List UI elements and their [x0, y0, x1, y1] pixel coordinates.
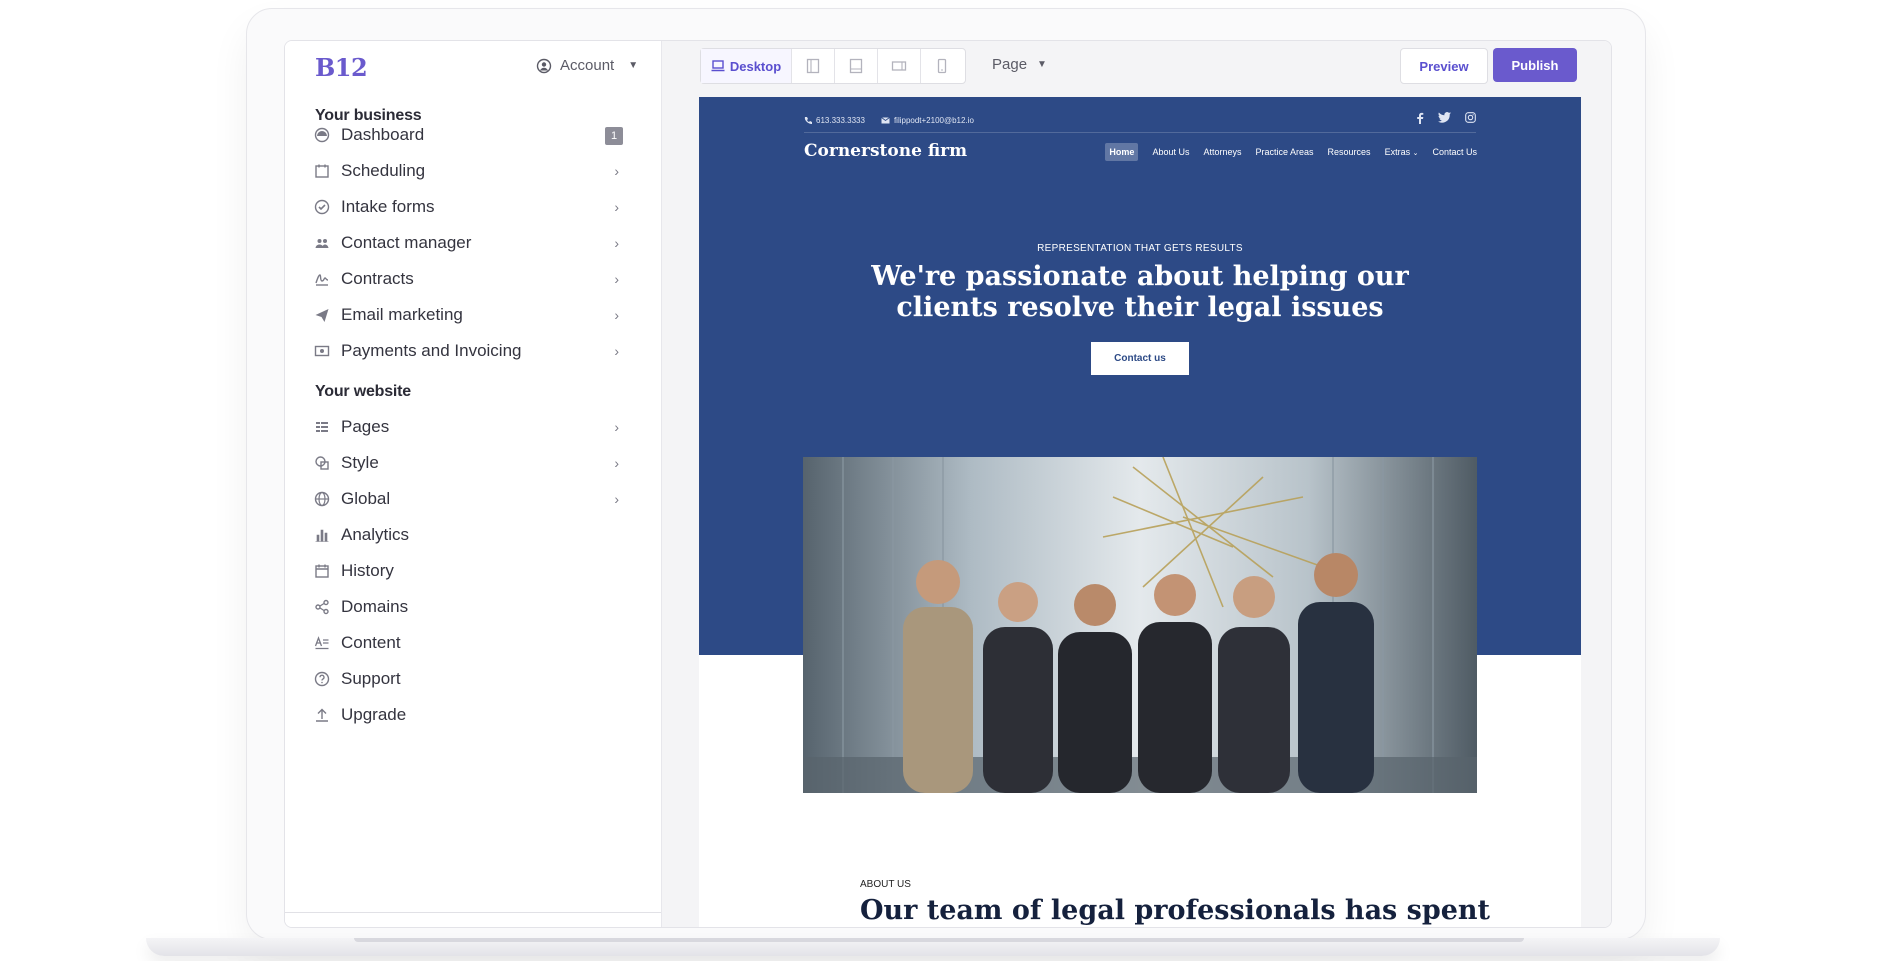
people-icon	[313, 234, 331, 252]
website-preview[interactable]: 613.333.3333 filippodt+2100@b12.io Corne…	[699, 97, 1581, 927]
preview-button[interactable]: Preview	[1400, 48, 1488, 84]
user-circle-icon	[536, 58, 552, 73]
money-icon	[313, 342, 331, 360]
twitter-icon[interactable]	[1438, 112, 1451, 127]
paper-plane-icon	[313, 306, 331, 324]
dashboard-icon	[313, 126, 331, 144]
sidebar-item-payments[interactable]: Payments and Invoicing ›	[313, 335, 633, 367]
bar-chart-icon	[313, 526, 331, 544]
sidebar-item-upgrade[interactable]: Upgrade	[313, 699, 633, 731]
account-menu[interactable]: Account ▼	[536, 57, 638, 74]
upload-icon	[313, 706, 331, 724]
sidebar-item-content[interactable]: Content	[313, 627, 633, 659]
globe-icon	[313, 490, 331, 508]
sidebar-item-analytics[interactable]: Analytics	[313, 519, 633, 551]
sidebar-divider	[285, 912, 661, 913]
tablet-portrait-icon	[806, 58, 820, 74]
sidebar-item-contracts[interactable]: Contracts ›	[313, 263, 633, 295]
site-nav-about[interactable]: About Us	[1152, 147, 1189, 157]
facebook-icon[interactable]	[1416, 112, 1424, 127]
chevron-right-icon: ›	[614, 491, 619, 507]
sidebar-item-intake-forms[interactable]: Intake forms ›	[313, 191, 633, 223]
site-brand[interactable]: Cornerstone firm	[804, 141, 967, 161]
chevron-right-icon: ›	[614, 271, 619, 287]
site-topbar: 613.333.3333 filippodt+2100@b12.io	[804, 108, 1476, 133]
share-icon	[313, 598, 331, 616]
publish-button[interactable]: Publish	[1493, 48, 1577, 82]
instagram-icon[interactable]	[1465, 112, 1476, 127]
sidebar-item-domains[interactable]: Domains	[313, 591, 633, 623]
device-tablet-landscape-button[interactable]	[791, 49, 834, 83]
team-photo-illustration	[803, 457, 1477, 793]
phone-icon	[937, 58, 947, 74]
phone-landscape-icon	[891, 61, 907, 71]
device-tablet-button[interactable]	[834, 49, 877, 83]
page-select[interactable]: Page ▼	[992, 56, 1047, 73]
site-nav-practice-areas[interactable]: Practice Areas	[1256, 147, 1314, 157]
site-email[interactable]: filippodt+2100@b12.io	[881, 116, 974, 125]
site-nav: Home About Us Attorneys Practice Areas R…	[1105, 143, 1477, 161]
pages-icon	[313, 418, 331, 436]
chevron-right-icon: ›	[614, 343, 619, 359]
sidebar-item-global[interactable]: Global ›	[313, 483, 633, 515]
site-nav-resources[interactable]: Resources	[1328, 147, 1371, 157]
sidebar-item-pages[interactable]: Pages ›	[313, 411, 633, 443]
chevron-right-icon: ›	[614, 307, 619, 323]
content-icon	[313, 634, 331, 652]
sidebar-item-history[interactable]: History	[313, 555, 633, 587]
account-label: Account	[560, 57, 615, 74]
caret-down-icon: ▼	[1037, 59, 1047, 70]
chevron-right-icon: ›	[614, 455, 619, 471]
laptop-notch	[354, 938, 1524, 942]
device-phone-button[interactable]	[920, 49, 963, 83]
section-your-website: Your website	[315, 383, 411, 400]
site-nav-home[interactable]: Home	[1105, 143, 1139, 161]
team-photo	[803, 457, 1477, 793]
device-phone-landscape-button[interactable]	[877, 49, 920, 83]
palette-icon	[313, 454, 331, 472]
editor-area: Desktop Page ▼ Preview Publish 613.333.3…	[662, 41, 1611, 927]
editor-toolbar: Desktop Page ▼ Preview Publish	[662, 41, 1611, 89]
hero-headline: We're passionate about helping our clien…	[871, 261, 1409, 323]
history-calendar-icon	[313, 562, 331, 580]
sidebar-item-support[interactable]: Support	[313, 663, 633, 695]
signature-icon	[313, 270, 331, 288]
chevron-down-icon: ⌄	[1412, 150, 1419, 157]
phone-small-icon	[804, 117, 812, 124]
site-nav-attorneys[interactable]: Attorneys	[1203, 147, 1241, 157]
chevron-right-icon: ›	[614, 419, 619, 435]
about-eyebrow: ABOUT US	[860, 879, 911, 890]
sidebar-item-contact-manager[interactable]: Contact manager ›	[313, 227, 633, 259]
sidebar-item-dashboard[interactable]: Dashboard 1	[313, 119, 633, 151]
tablet-icon	[849, 58, 863, 74]
b12-logo[interactable]: B12	[315, 53, 368, 82]
app-window: B12 Account ▼ Your business Dashboard 1 …	[284, 40, 1612, 928]
sidebar-item-email-marketing[interactable]: Email marketing ›	[313, 299, 633, 331]
calendar-icon	[313, 162, 331, 180]
contact-us-button[interactable]: Contact us	[1091, 342, 1189, 375]
social-links	[1416, 112, 1476, 127]
device-switcher: Desktop	[700, 48, 966, 84]
sidebar-item-style[interactable]: Style ›	[313, 447, 633, 479]
laptop-icon	[711, 60, 725, 72]
site-nav-extras[interactable]: Extras ⌄	[1385, 147, 1419, 157]
caret-down-icon: ▼	[628, 60, 639, 71]
site-nav-contact[interactable]: Contact Us	[1432, 147, 1477, 157]
sidebar: B12 Account ▼ Your business Dashboard 1 …	[285, 41, 662, 927]
hero-eyebrow: REPRESENTATION THAT GETS RESULTS	[1037, 243, 1243, 254]
sidebar-item-scheduling[interactable]: Scheduling ›	[313, 155, 633, 187]
about-title: Our team of legal professionals has spen…	[860, 895, 1491, 926]
notification-badge: 1	[605, 127, 623, 145]
site-phone[interactable]: 613.333.3333	[804, 116, 865, 125]
chevron-right-icon: ›	[614, 163, 619, 179]
check-circle-icon	[313, 198, 331, 216]
device-desktop-button[interactable]: Desktop	[701, 49, 791, 83]
chevron-right-icon: ›	[614, 199, 619, 215]
envelope-icon	[881, 116, 890, 123]
chevron-right-icon: ›	[614, 235, 619, 251]
help-icon	[313, 670, 331, 688]
